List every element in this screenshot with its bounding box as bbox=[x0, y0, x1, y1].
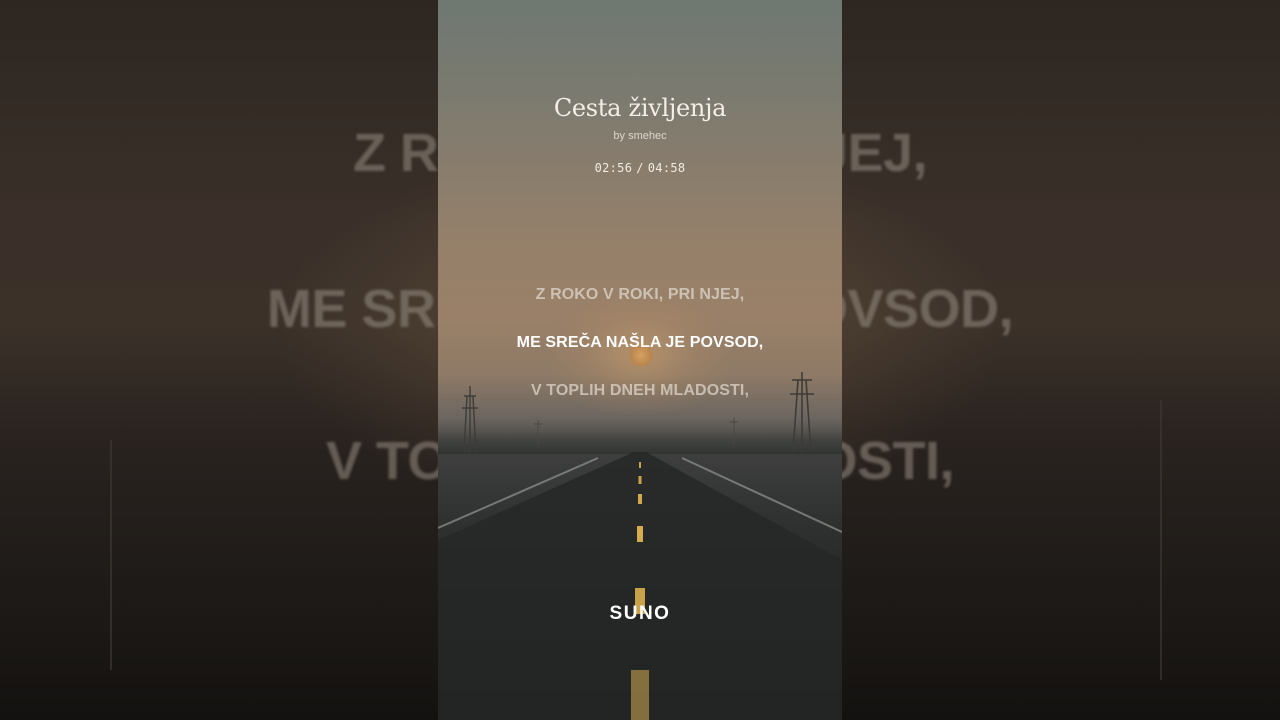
center-dash bbox=[637, 526, 643, 542]
suno-logo: SUNO bbox=[609, 603, 671, 624]
playback-time: 02:56/04:58 bbox=[438, 161, 842, 175]
background-pylon-left bbox=[110, 440, 112, 670]
distant-pylons bbox=[534, 418, 738, 445]
center-dash bbox=[638, 476, 642, 484]
time-separator: / bbox=[636, 161, 644, 175]
background-pylon-right bbox=[1160, 400, 1162, 680]
artist-name: by smehec bbox=[613, 130, 667, 142]
lyric-line-next: V TOPLIH DNEH MLADOSTI, bbox=[530, 382, 749, 399]
video-stage: Z ROK NJEJ, ME SREČ POVSOD, V TOPL DOSTI… bbox=[0, 0, 1280, 720]
center-dash bbox=[631, 670, 649, 720]
song-title: Cesta življenja bbox=[553, 94, 727, 122]
total-time: 04:58 bbox=[647, 161, 686, 175]
center-dash bbox=[638, 494, 642, 504]
center-dash bbox=[639, 462, 641, 468]
lyric-line-previous: Z ROKO V ROKI, PRI NJEJ, bbox=[535, 286, 745, 303]
lyric-video-frame: Cesta življenja by smehec 02:56/04:58 Z … bbox=[438, 0, 842, 720]
current-time: 02:56 bbox=[594, 161, 633, 175]
lyric-line-current: ME SREČA NAŠLA JE POVSOD, bbox=[516, 334, 764, 351]
